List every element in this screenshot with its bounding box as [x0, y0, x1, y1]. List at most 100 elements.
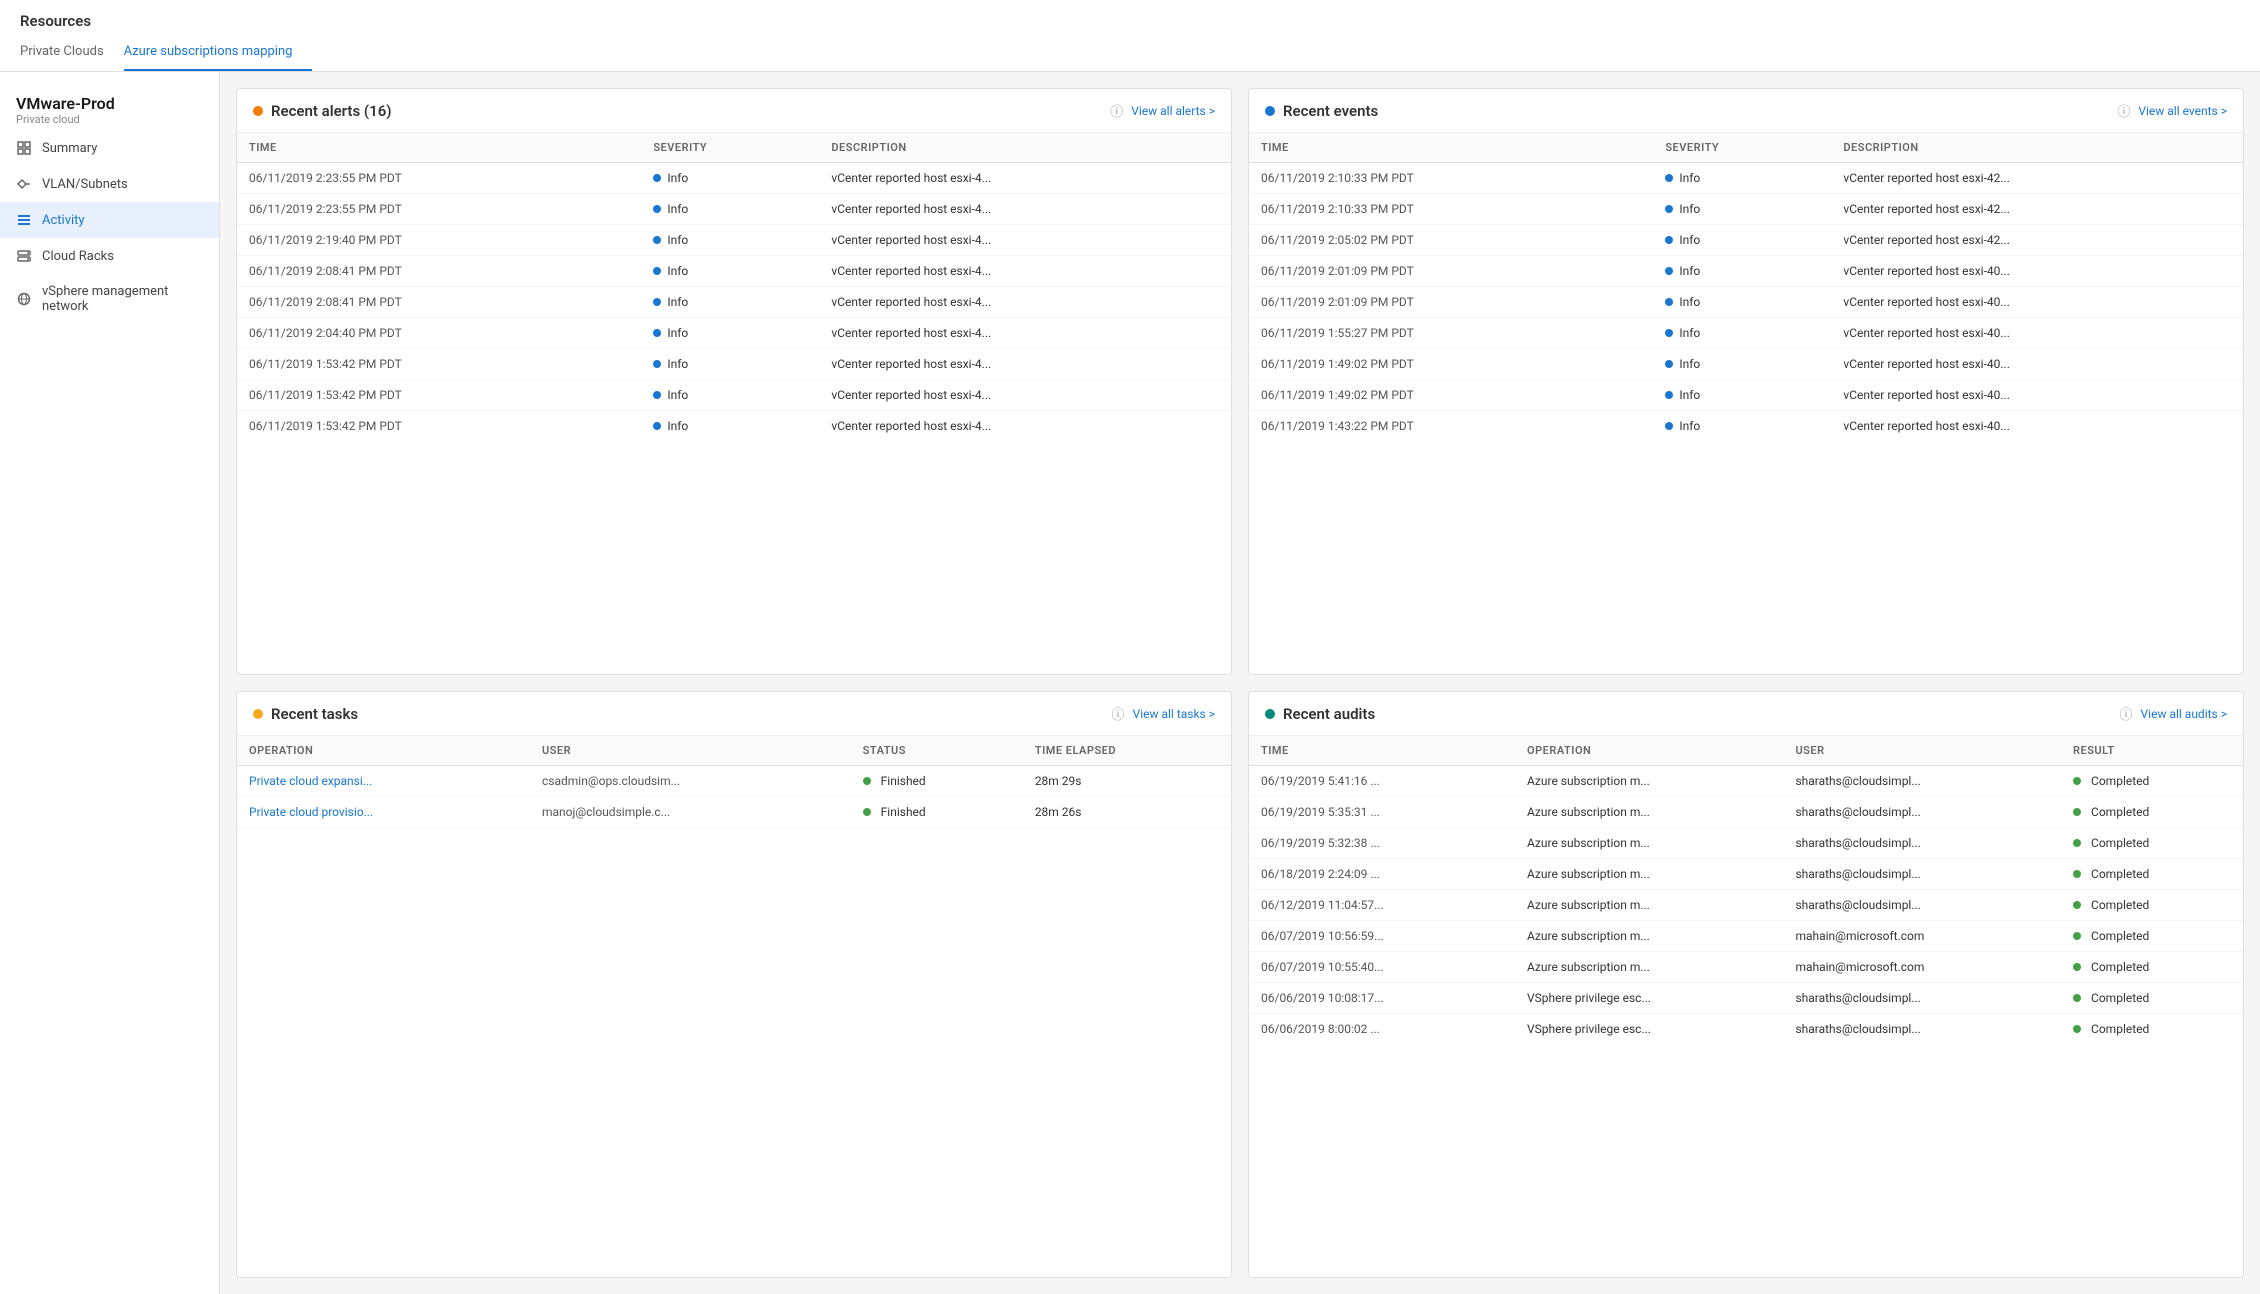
sidebar-item-summary[interactable]: Summary	[0, 130, 219, 166]
audits-card: Recent audits ⓘ View all audits > TIME O…	[1248, 691, 2244, 1278]
sidebar-label-vsphere: vSphere management network	[42, 284, 203, 314]
sidebar-item-cloud-racks[interactable]: Cloud Racks	[0, 238, 219, 274]
event-time: 06/11/2019 2:01:09 PM PDT	[1249, 256, 1653, 287]
tasks-col-status: STATUS	[851, 736, 1023, 766]
alerts-view-link[interactable]: View all alerts >	[1131, 104, 1215, 118]
sidebar-item-vsphere[interactable]: vSphere management network	[0, 274, 219, 324]
alert-time: 06/11/2019 2:08:41 PM PDT	[237, 287, 641, 318]
alert-description: vCenter reported host esxi-4...	[819, 318, 1231, 349]
table-row[interactable]: 06/11/2019 2:10:33 PM PDT Info vCenter r…	[1249, 194, 2243, 225]
alerts-dot	[253, 106, 263, 116]
tasks-view-link[interactable]: View all tasks >	[1133, 707, 1215, 721]
table-row[interactable]: Private cloud expansi... csadmin@ops.clo…	[237, 766, 1231, 797]
table-row[interactable]: 06/18/2019 2:24:09 ... Azure subscriptio…	[1249, 859, 2243, 890]
tasks-card: Recent tasks ⓘ View all tasks > OPERATIO…	[236, 691, 1232, 1278]
table-row[interactable]: 06/19/2019 5:35:31 ... Azure subscriptio…	[1249, 797, 2243, 828]
tasks-col-elapsed: TIME ELAPSED	[1023, 736, 1231, 766]
audits-col-time: TIME	[1249, 736, 1515, 766]
table-row[interactable]: 06/19/2019 5:32:38 ... Azure subscriptio…	[1249, 828, 2243, 859]
table-row[interactable]: 06/11/2019 2:01:09 PM PDT Info vCenter r…	[1249, 256, 2243, 287]
audits-col-user: USER	[1783, 736, 2061, 766]
table-row[interactable]: 06/11/2019 2:05:02 PM PDT Info vCenter r…	[1249, 225, 2243, 256]
audit-operation: Azure subscription m...	[1515, 828, 1783, 859]
event-description: vCenter reported host esxi-40...	[1831, 349, 2243, 380]
event-severity: Info	[1653, 380, 1831, 411]
sidebar-item-activity[interactable]: Activity	[0, 202, 219, 238]
table-row[interactable]: Private cloud provisio... manoj@cloudsim…	[237, 797, 1231, 828]
table-row[interactable]: 06/11/2019 1:49:02 PM PDT Info vCenter r…	[1249, 380, 2243, 411]
audit-time: 06/19/2019 5:41:16 ...	[1249, 766, 1515, 797]
audit-time: 06/06/2019 10:08:17...	[1249, 983, 1515, 1014]
audit-result: Completed	[2061, 797, 2243, 828]
alert-description: vCenter reported host esxi-4...	[819, 256, 1231, 287]
events-view-link[interactable]: View all events >	[2138, 104, 2227, 118]
table-row[interactable]: 06/11/2019 2:10:33 PM PDT Info vCenter r…	[1249, 163, 2243, 194]
audits-col-operation: OPERATION	[1515, 736, 1783, 766]
event-description: vCenter reported host esxi-40...	[1831, 287, 2243, 318]
alert-severity: Info	[641, 411, 819, 434]
audits-view-link[interactable]: View all audits >	[2141, 707, 2227, 721]
event-severity: Info	[1653, 349, 1831, 380]
table-row[interactable]: 06/06/2019 10:08:17... VSphere privilege…	[1249, 983, 2243, 1014]
sidebar-item-vlan[interactable]: VLAN/Subnets	[0, 166, 219, 202]
table-row[interactable]: 06/11/2019 1:53:42 PM PDT Info vCenter r…	[237, 380, 1231, 411]
table-row[interactable]: 06/11/2019 1:53:42 PM PDT Info vCenter r…	[237, 411, 1231, 434]
event-time: 06/11/2019 2:05:02 PM PDT	[1249, 225, 1653, 256]
audits-title: Recent audits	[1283, 705, 2112, 723]
alert-severity: Info	[641, 287, 819, 318]
cloud-type: Private cloud	[16, 113, 203, 126]
audit-result: Completed	[2061, 921, 2243, 952]
alert-time: 06/11/2019 2:23:55 PM PDT	[237, 194, 641, 225]
alert-description: vCenter reported host esxi-4...	[819, 194, 1231, 225]
table-row[interactable]: 06/11/2019 2:01:09 PM PDT Info vCenter r…	[1249, 287, 2243, 318]
alert-description: vCenter reported host esxi-4...	[819, 411, 1231, 434]
audit-operation: Azure subscription m...	[1515, 890, 1783, 921]
table-row[interactable]: 06/07/2019 10:56:59... Azure subscriptio…	[1249, 921, 2243, 952]
tab-azure-mapping[interactable]: Azure subscriptions mapping	[124, 34, 313, 71]
tasks-dot	[253, 709, 263, 719]
tasks-info-icon[interactable]: ⓘ	[1112, 704, 1125, 723]
audit-time: 06/06/2019 8:00:02 ...	[1249, 1014, 1515, 1037]
top-header: Resources Private Clouds Azure subscript…	[0, 0, 2260, 72]
audit-operation: Azure subscription m...	[1515, 952, 1783, 983]
table-row[interactable]: 06/12/2019 11:04:57... Azure subscriptio…	[1249, 890, 2243, 921]
sidebar: VMware-Prod Private cloud Summary VLAN/S…	[0, 72, 220, 1294]
table-row[interactable]: 06/11/2019 2:04:40 PM PDT Info vCenter r…	[237, 318, 1231, 349]
cloud-name: VMware-Prod	[16, 94, 203, 113]
alerts-header: Recent alerts (16) ⓘ View all alerts >	[237, 89, 1231, 133]
table-row[interactable]: 06/07/2019 10:55:40... Azure subscriptio…	[1249, 952, 2243, 983]
table-row[interactable]: 06/11/2019 1:53:42 PM PDT Info vCenter r…	[237, 349, 1231, 380]
audit-user: sharaths@cloudsimpl...	[1783, 859, 2061, 890]
event-description: vCenter reported host esxi-40...	[1831, 256, 2243, 287]
table-row[interactable]: 06/11/2019 2:08:41 PM PDT Info vCenter r…	[237, 256, 1231, 287]
event-time: 06/11/2019 1:43:22 PM PDT	[1249, 411, 1653, 434]
table-row[interactable]: 06/11/2019 1:43:22 PM PDT Info vCenter r…	[1249, 411, 2243, 434]
audit-operation: VSphere privilege esc...	[1515, 1014, 1783, 1037]
audit-user: sharaths@cloudsimpl...	[1783, 797, 2061, 828]
table-row[interactable]: 06/11/2019 1:49:02 PM PDT Info vCenter r…	[1249, 349, 2243, 380]
table-row[interactable]: 06/11/2019 2:23:55 PM PDT Info vCenter r…	[237, 194, 1231, 225]
event-time: 06/11/2019 2:10:33 PM PDT	[1249, 163, 1653, 194]
alerts-col-description: DESCRIPTION	[819, 133, 1231, 163]
server-icon	[16, 248, 32, 264]
tab-private-clouds[interactable]: Private Clouds	[20, 34, 124, 71]
audit-result: Completed	[2061, 1014, 2243, 1037]
audits-info-icon[interactable]: ⓘ	[2120, 704, 2133, 723]
audits-col-result: RESULT	[2061, 736, 2243, 766]
alert-description: vCenter reported host esxi-4...	[819, 380, 1231, 411]
audit-operation: Azure subscription m...	[1515, 766, 1783, 797]
table-row[interactable]: 06/11/2019 2:19:40 PM PDT Info vCenter r…	[237, 225, 1231, 256]
audit-user: sharaths@cloudsimpl...	[1783, 766, 2061, 797]
table-row[interactable]: 06/11/2019 1:55:27 PM PDT Info vCenter r…	[1249, 318, 2243, 349]
audit-operation: Azure subscription m...	[1515, 797, 1783, 828]
audit-user: mahain@microsoft.com	[1783, 921, 2061, 952]
table-row[interactable]: 06/06/2019 8:00:02 ... VSphere privilege…	[1249, 1014, 2243, 1037]
alert-time: 06/11/2019 1:53:42 PM PDT	[237, 411, 641, 434]
table-row[interactable]: 06/11/2019 2:23:55 PM PDT Info vCenter r…	[237, 163, 1231, 194]
audit-time: 06/07/2019 10:56:59...	[1249, 921, 1515, 952]
table-row[interactable]: 06/11/2019 2:08:41 PM PDT Info vCenter r…	[237, 287, 1231, 318]
alert-severity: Info	[641, 318, 819, 349]
events-info-icon[interactable]: ⓘ	[2117, 101, 2130, 120]
table-row[interactable]: 06/19/2019 5:41:16 ... Azure subscriptio…	[1249, 766, 2243, 797]
alerts-info-icon[interactable]: ⓘ	[1110, 101, 1123, 120]
